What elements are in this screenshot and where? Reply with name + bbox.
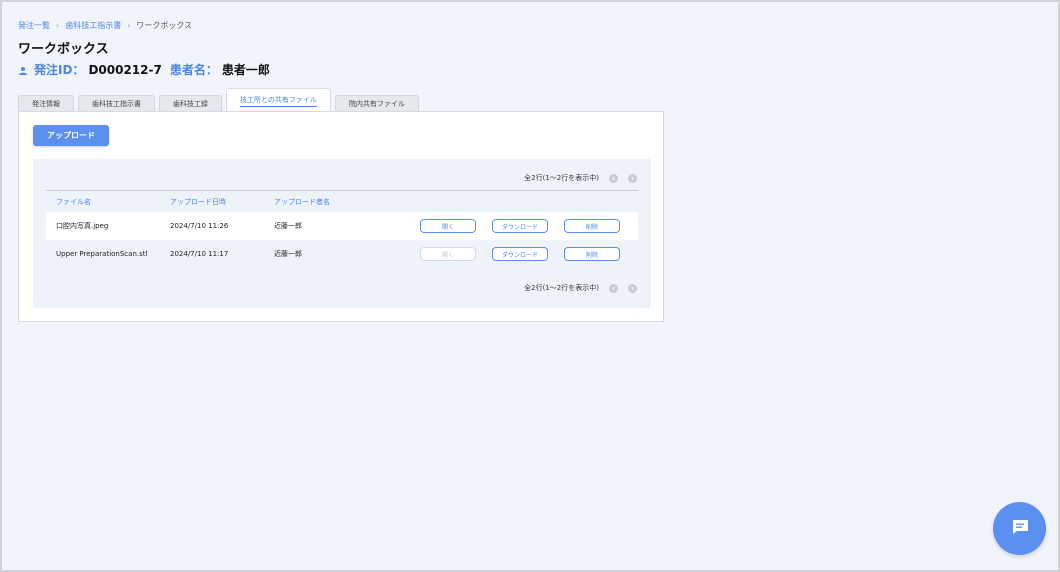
- tab-bar: 発注情報 歯科技工指示書 歯科技工録 技工所との共有ファイル 院内共有ファイル: [18, 88, 419, 111]
- upload-date: 2024/7/10 11:26: [170, 222, 229, 230]
- tab-dental-records[interactable]: 歯科技工録: [159, 95, 222, 111]
- tab-lab-shared-files[interactable]: 技工所との共有ファイル: [226, 88, 331, 111]
- delete-button[interactable]: 削除: [564, 247, 620, 261]
- chat-button[interactable]: [993, 502, 1046, 555]
- pager-summary: 全2行(1〜2行を表示中): [524, 174, 599, 182]
- breadcrumb-order-list[interactable]: 発注一覧: [18, 20, 50, 31]
- order-info: 発注ID： D000212-7 患者名： 患者一郎: [18, 61, 274, 78]
- breadcrumb-current: ワークボックス: [136, 21, 193, 30]
- chevron-right-icon[interactable]: [628, 173, 637, 183]
- breadcrumb: 発注一覧 › 歯科技工指示書 › ワークボックス: [18, 20, 192, 31]
- row-actions: 開く ダウンロード 削除: [420, 247, 620, 261]
- shared-files-card: アップロード 全2行(1〜2行を表示中) ファイル名 アップロード日時 アップロ…: [18, 111, 664, 322]
- tab-dental-instructions[interactable]: 歯科技工指示書: [78, 95, 155, 111]
- uploader-name: 近藤一郎: [274, 250, 302, 258]
- files-panel: 全2行(1〜2行を表示中) ファイル名 アップロード日時 アップロード者名 口腔…: [33, 159, 651, 308]
- download-button[interactable]: ダウンロード: [492, 219, 548, 233]
- breadcrumb-dental-instructions[interactable]: 歯科技工指示書: [65, 20, 121, 31]
- files-table: ファイル名 アップロード日時 アップロード者名 口腔内写真.jpeg 2024/…: [46, 190, 638, 268]
- header-uploader: アップロード者名: [274, 197, 330, 206]
- uploader-name: 近藤一郎: [274, 222, 302, 230]
- delete-button[interactable]: 削除: [564, 219, 620, 233]
- open-button-disabled: 開く: [420, 247, 476, 261]
- table-row: 口腔内写真.jpeg 2024/7/10 11:26 近藤一郎 開く ダウンロー…: [46, 212, 638, 240]
- pager-summary: 全2行(1〜2行を表示中): [524, 284, 599, 292]
- tab-clinic-shared-files[interactable]: 院内共有ファイル: [334, 95, 419, 111]
- page-title: ワークボックス: [18, 42, 109, 57]
- breadcrumb-separator: ›: [56, 21, 60, 30]
- download-button[interactable]: ダウンロード: [492, 247, 548, 261]
- breadcrumb-separator: ›: [127, 21, 131, 30]
- table-row: Upper PreparationScan.stl 2024/7/10 11:1…: [46, 240, 638, 268]
- order-id-value: D000212-7: [88, 62, 162, 77]
- table-header: ファイル名 アップロード日時 アップロード者名: [46, 190, 638, 212]
- row-actions: 開く ダウンロード 削除: [420, 219, 620, 233]
- pager-top: 全2行(1〜2行を表示中): [524, 173, 637, 183]
- open-button[interactable]: 開く: [420, 219, 476, 233]
- chevron-right-icon[interactable]: [628, 283, 637, 293]
- file-name: Upper PreparationScan.stl: [56, 250, 148, 258]
- header-file-name: ファイル名: [56, 197, 91, 206]
- active-tab-indicator: [240, 106, 317, 107]
- patient-name-label: 患者名：: [169, 63, 218, 77]
- file-name: 口腔内写真.jpeg: [56, 222, 109, 230]
- header-upload-date: アップロード日時: [170, 197, 226, 206]
- patient-name-value: 患者一郎: [221, 63, 270, 77]
- chevron-left-icon[interactable]: [609, 283, 618, 293]
- tab-order-info[interactable]: 発注情報: [18, 95, 74, 111]
- person-icon: [18, 65, 28, 75]
- tab-lab-shared-files-label: 技工所との共有ファイル: [240, 96, 317, 104]
- chat-icon: [1010, 517, 1030, 541]
- pager-bottom: 全2行(1〜2行を表示中): [524, 283, 637, 293]
- chevron-left-icon[interactable]: [609, 173, 618, 183]
- order-id-label: 発注ID：: [34, 63, 85, 77]
- upload-date: 2024/7/10 11:17: [170, 250, 229, 258]
- upload-button[interactable]: アップロード: [33, 125, 109, 146]
